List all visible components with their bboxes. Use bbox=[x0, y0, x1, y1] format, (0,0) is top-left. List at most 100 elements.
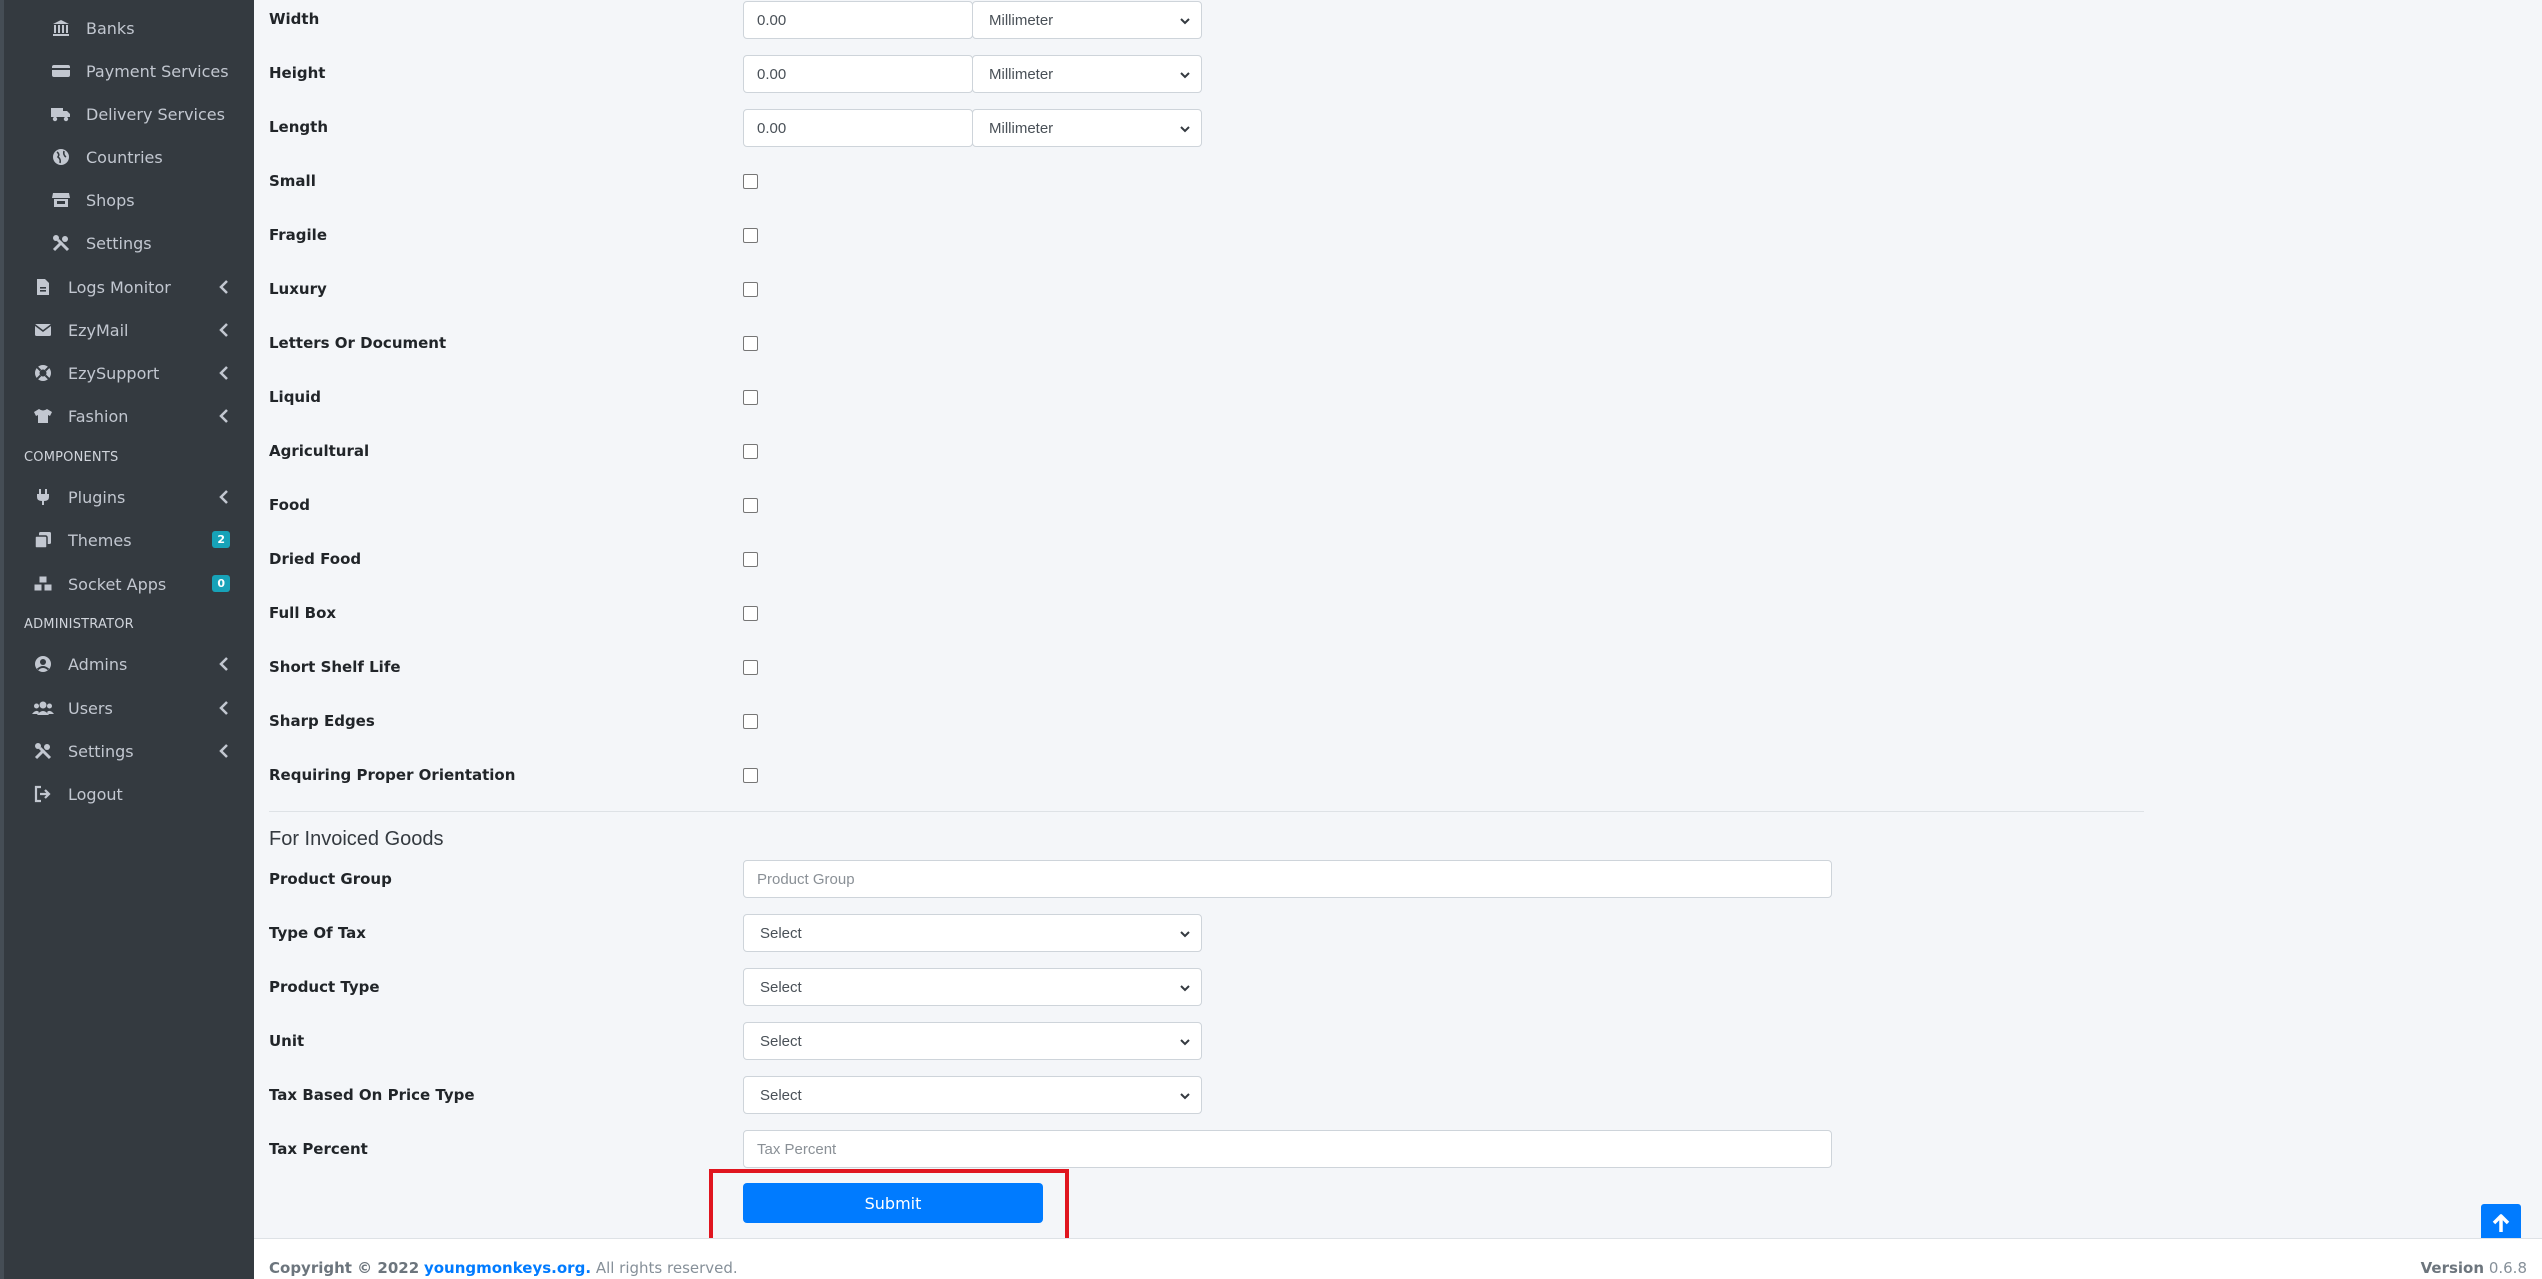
sidebar-item-ezymail[interactable]: EzyMail bbox=[4, 310, 254, 350]
tools-icon bbox=[32, 740, 54, 762]
requiring-proper-orientation-checkbox[interactable] bbox=[743, 768, 758, 783]
sidebar-item-banks[interactable]: Banks bbox=[4, 8, 254, 48]
footer-version: Version 0.6.8 bbox=[2421, 1259, 2527, 1277]
sidebar-item-settings-sub[interactable]: Settings bbox=[4, 223, 254, 263]
credit-card-icon bbox=[50, 60, 72, 82]
chevron-left-icon bbox=[219, 744, 228, 758]
chevron-down-icon bbox=[1180, 72, 1190, 79]
sidebar-item-label: Users bbox=[68, 698, 113, 718]
type-of-tax-select[interactable]: Select bbox=[743, 914, 1202, 952]
sidebar-item-label: EzyMail bbox=[68, 320, 129, 340]
sidebar-item-label: Payment Services bbox=[86, 61, 229, 81]
chevron-down-icon bbox=[1180, 1093, 1190, 1100]
sidebar-item-settings[interactable]: Settings bbox=[4, 731, 254, 771]
chevron-down-icon bbox=[1180, 985, 1190, 992]
plug-icon bbox=[32, 486, 54, 508]
version-value: 0.6.8 bbox=[2488, 1259, 2527, 1277]
product-group-label: Product Group bbox=[269, 870, 392, 888]
liquid-label: Liquid bbox=[269, 388, 321, 406]
cubes-icon bbox=[32, 573, 54, 595]
sidebar-item-socket-apps[interactable]: Socket Apps 0 bbox=[4, 564, 254, 604]
luxury-label: Luxury bbox=[269, 280, 327, 298]
tax-based-on-price-type-value: Select bbox=[760, 1086, 802, 1104]
type-of-tax-value: Select bbox=[760, 924, 802, 942]
sidebar-item-label: Themes bbox=[68, 530, 132, 550]
file-icon bbox=[32, 276, 54, 298]
unit-value: Select bbox=[760, 1032, 802, 1050]
full-box-checkbox[interactable] bbox=[743, 606, 758, 621]
chevron-down-icon bbox=[1180, 1039, 1190, 1046]
sidebar-item-logs-monitor[interactable]: Logs Monitor bbox=[4, 267, 254, 307]
letters-or-document-checkbox[interactable] bbox=[743, 336, 758, 351]
tools-icon bbox=[50, 232, 72, 254]
product-group-input[interactable]: Product Group bbox=[743, 860, 1832, 898]
agricultural-label: Agricultural bbox=[269, 442, 370, 460]
sidebar-item-label: Fashion bbox=[68, 406, 129, 426]
luxury-checkbox[interactable] bbox=[743, 282, 758, 297]
sidebar-item-users[interactable]: Users bbox=[4, 688, 254, 728]
sidebar-item-countries[interactable]: Countries bbox=[4, 137, 254, 177]
sidebar-item-delivery-services[interactable]: Delivery Services bbox=[4, 94, 254, 134]
sidebar-item-fashion[interactable]: Fashion bbox=[4, 396, 254, 436]
product-type-select[interactable]: Select bbox=[743, 968, 1202, 1006]
sidebar-item-label: Settings bbox=[68, 741, 134, 761]
sidebar-item-shops[interactable]: Shops bbox=[4, 180, 254, 220]
bank-icon bbox=[50, 17, 72, 39]
full-box-label: Full Box bbox=[269, 604, 337, 622]
unit-label: Unit bbox=[269, 1032, 305, 1050]
clone-icon bbox=[32, 529, 54, 551]
sidebar-item-ezysupport[interactable]: EzySupport bbox=[4, 353, 254, 393]
food-label: Food bbox=[269, 496, 310, 514]
food-checkbox[interactable] bbox=[743, 498, 758, 513]
nav-header-administrator: ADMINISTRATOR bbox=[24, 617, 134, 632]
width-unit-select[interactable]: Millimeter bbox=[972, 1, 1202, 39]
sidebar-item-label: Settings bbox=[86, 233, 152, 253]
globe-icon bbox=[50, 146, 72, 168]
sidebar-item-logout[interactable]: Logout bbox=[4, 774, 254, 814]
width-unit-value: Millimeter bbox=[989, 11, 1054, 29]
footer-link[interactable]: youngmonkeys.org. bbox=[424, 1259, 591, 1277]
small-label: Small bbox=[269, 172, 316, 190]
width-input[interactable]: 0.00 bbox=[743, 1, 973, 39]
tax-based-on-price-type-select[interactable]: Select bbox=[743, 1076, 1202, 1114]
small-checkbox[interactable] bbox=[743, 174, 758, 189]
chevron-left-icon bbox=[219, 366, 228, 380]
sidebar-item-themes[interactable]: Themes 2 bbox=[4, 520, 254, 560]
sidebar-item-admins[interactable]: Admins bbox=[4, 644, 254, 684]
chevron-left-icon bbox=[219, 657, 228, 671]
height-input[interactable]: 0.00 bbox=[743, 55, 973, 93]
height-unit-select[interactable]: Millimeter bbox=[972, 55, 1202, 93]
type-of-tax-label: Type Of Tax bbox=[269, 924, 366, 942]
sidebar-item-label: Shops bbox=[86, 190, 135, 210]
chevron-down-icon bbox=[1180, 931, 1190, 938]
invoiced-goods-title: For Invoiced Goods bbox=[269, 828, 444, 850]
liquid-checkbox[interactable] bbox=[743, 390, 758, 405]
sidebar-item-label: Countries bbox=[86, 147, 163, 167]
submit-button[interactable]: Submit bbox=[743, 1183, 1043, 1223]
tax-percent-label: Tax Percent bbox=[269, 1140, 368, 1158]
nav-header-components: COMPONENTS bbox=[24, 450, 119, 465]
length-input[interactable]: 0.00 bbox=[743, 109, 973, 147]
short-shelf-life-checkbox[interactable] bbox=[743, 660, 758, 675]
chevron-left-icon bbox=[219, 323, 228, 337]
length-unit-select[interactable]: Millimeter bbox=[972, 109, 1202, 147]
product-type-value: Select bbox=[760, 978, 802, 996]
letters-or-document-label: Letters Or Document bbox=[269, 334, 447, 352]
tax-percent-input[interactable]: Tax Percent bbox=[743, 1130, 1832, 1168]
unit-select[interactable]: Select bbox=[743, 1022, 1202, 1060]
width-label: Width bbox=[269, 10, 320, 28]
version-label: Version bbox=[2420, 1259, 2485, 1277]
fragile-checkbox[interactable] bbox=[743, 228, 758, 243]
height-unit-value: Millimeter bbox=[989, 65, 1054, 83]
sidebar-item-plugins[interactable]: Plugins bbox=[4, 477, 254, 517]
requiring-proper-orientation-label: Requiring Proper Orientation bbox=[269, 766, 516, 784]
sidebar-item-payment-services[interactable]: Payment Services bbox=[4, 51, 254, 91]
dried-food-label: Dried Food bbox=[269, 550, 362, 568]
product-type-label: Product Type bbox=[269, 978, 380, 996]
sharp-edges-checkbox[interactable] bbox=[743, 714, 758, 729]
truck-icon bbox=[50, 103, 72, 125]
chevron-down-icon bbox=[1180, 126, 1190, 133]
agricultural-checkbox[interactable] bbox=[743, 444, 758, 459]
chevron-left-icon bbox=[219, 409, 228, 423]
dried-food-checkbox[interactable] bbox=[743, 552, 758, 567]
